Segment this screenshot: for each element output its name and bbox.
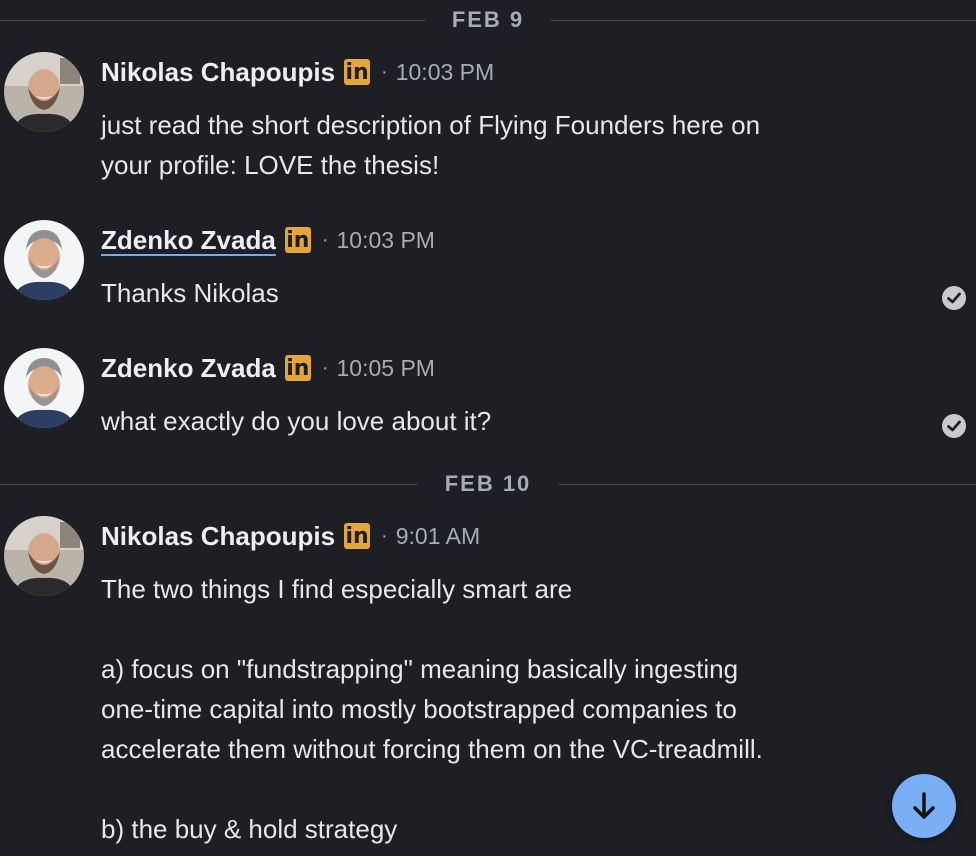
avatar[interactable] xyxy=(4,516,84,596)
sender-name[interactable]: Nikolas Chapoupis xyxy=(101,521,335,552)
date-label: FEB 10 xyxy=(444,471,532,496)
separator-dot: · xyxy=(381,60,388,83)
linkedin-icon: in xyxy=(284,227,311,253)
message-line: The two things I find especially smart a… xyxy=(101,574,573,604)
arrow-down-icon xyxy=(913,792,935,819)
separator-dot: · xyxy=(321,228,329,251)
message-header: Nikolas Chapoupis in · 10:03 PM xyxy=(101,54,494,90)
message-header: Zdenko Zvada in · 10:05 PM xyxy=(101,350,435,386)
message-time: 9:01 AM xyxy=(395,522,481,549)
separator-dot: · xyxy=(321,356,329,379)
message-line: what exactly do you love about it? xyxy=(101,406,492,436)
avatar[interactable] xyxy=(4,52,84,132)
date-divider: FEB 9 xyxy=(0,6,976,34)
linkedin-icon: in xyxy=(344,59,371,85)
message-line: one-time capital into mostly bootstrappe… xyxy=(101,694,737,724)
check-circle-icon xyxy=(942,414,966,438)
sender-name[interactable]: Nikolas Chapoupis xyxy=(101,57,335,88)
message-header: Nikolas Chapoupis in · 9:01 AM xyxy=(101,518,480,554)
message: Zdenko Zvada in · 10:03 PM Thanks Nikola… xyxy=(0,220,976,320)
message-thread[interactable]: FEB 9 Nikolas Chapoupis in · 10:03 PM ju… xyxy=(0,0,976,856)
message-body: The two things I find especially smart a… xyxy=(101,569,891,849)
date-label: FEB 9 xyxy=(451,7,525,32)
message-line: a) focus on "fundstrapping" meaning basi… xyxy=(101,654,739,684)
message-line: your profile: LOVE the thesis! xyxy=(101,150,440,180)
message-time: 10:03 PM xyxy=(336,226,435,253)
check-circle-icon xyxy=(942,286,966,310)
message-line: accelerate them without forcing them on … xyxy=(101,734,763,764)
avatar[interactable] xyxy=(4,348,84,428)
message-body: just read the short description of Flyin… xyxy=(101,105,891,185)
message-line: b) the buy & hold strategy xyxy=(101,814,398,844)
message: Nikolas Chapoupis in · 10:03 PM just rea… xyxy=(0,52,976,192)
message-line: Thanks Nikolas xyxy=(101,278,279,308)
message-body: what exactly do you love about it? xyxy=(101,401,891,441)
message-body: Thanks Nikolas xyxy=(101,273,891,313)
message-time: 10:05 PM xyxy=(336,354,435,381)
separator-dot: · xyxy=(381,524,388,547)
message: Nikolas Chapoupis in · 9:01 AM The two t… xyxy=(0,516,976,856)
sender-name[interactable]: Zdenko Zvada xyxy=(101,225,276,256)
message-time: 10:03 PM xyxy=(395,58,495,85)
message-header: Zdenko Zvada in · 10:03 PM xyxy=(101,222,435,258)
sender-name[interactable]: Zdenko Zvada xyxy=(101,353,276,384)
scroll-to-bottom-button[interactable] xyxy=(892,774,956,838)
linkedin-icon: in xyxy=(344,523,371,549)
linkedin-icon: in xyxy=(284,355,311,381)
message: Zdenko Zvada in · 10:05 PM what exactly … xyxy=(0,348,976,448)
avatar[interactable] xyxy=(4,220,84,300)
date-divider: FEB 10 xyxy=(0,470,976,498)
message-line: just read the short description of Flyin… xyxy=(101,110,761,140)
